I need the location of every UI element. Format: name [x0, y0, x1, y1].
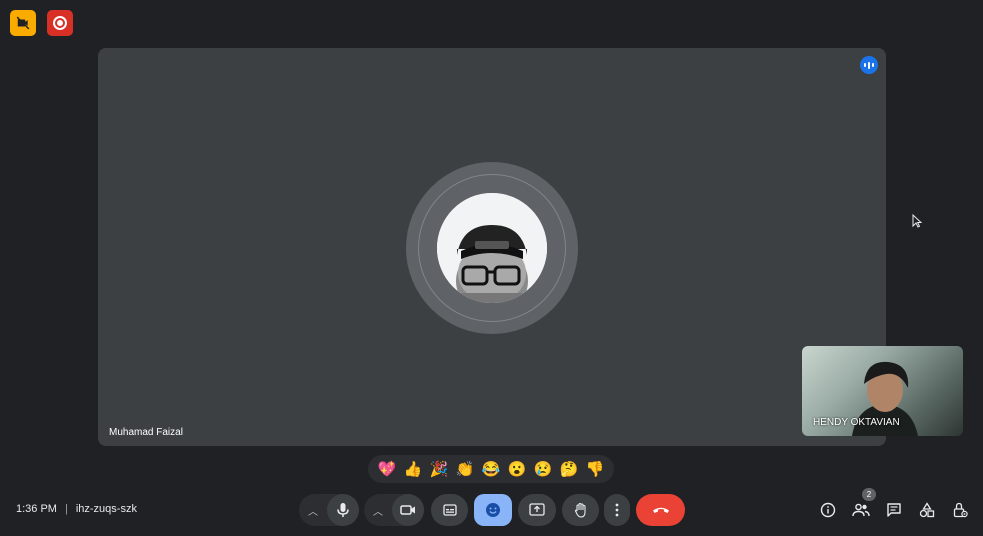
reaction-laugh[interactable]: 😂: [482, 462, 501, 477]
host-controls-button[interactable]: [949, 500, 971, 520]
meeting-details-button[interactable]: [817, 500, 839, 520]
leave-call-button[interactable]: [636, 494, 685, 526]
camera-control-group: ︿: [364, 494, 424, 526]
camera-button[interactable]: [392, 494, 424, 526]
camera-off-badge: [10, 10, 36, 36]
reactions-bar: 💖 👍 🎉 👏 😂 😮 😢 🤔 👎: [368, 455, 614, 483]
video-options-chevron-up-icon[interactable]: ︿: [364, 503, 392, 518]
avatar: [437, 193, 547, 303]
captions-icon: [442, 504, 457, 516]
reaction-thumbs-down[interactable]: 👎: [586, 462, 605, 477]
chat-icon: [887, 503, 901, 517]
microphone-button[interactable]: [327, 494, 359, 526]
people-icon: [852, 503, 870, 517]
recording-badge: [47, 10, 73, 36]
hand-icon: [574, 502, 586, 518]
participant-name: Muhamad Faizal: [109, 427, 183, 438]
audio-options-chevron-up-icon[interactable]: ︿: [299, 503, 327, 518]
speaking-indicator-icon: [860, 56, 878, 74]
mouse-cursor-icon: [912, 214, 922, 228]
reaction-clap[interactable]: 👏: [456, 462, 475, 477]
more-vertical-icon: [615, 503, 619, 517]
end-call-icon: [652, 507, 669, 513]
microphone-control-group: ︿: [299, 494, 359, 526]
meeting-time: 1:36 PM: [16, 503, 57, 515]
meeting-code: ihz-zuqs-szk: [75, 503, 137, 515]
avatar-photo: [437, 193, 547, 303]
activities-shapes-icon: [919, 502, 935, 518]
camera-off-icon: [16, 16, 30, 30]
info-icon: [820, 502, 836, 518]
smiley-icon: [486, 503, 500, 517]
main-participant-tile: Muhamad Faizal: [98, 48, 886, 446]
reaction-thinking[interactable]: 🤔: [560, 462, 579, 477]
send-reaction-button[interactable]: [474, 494, 512, 526]
reaction-thumbs-up[interactable]: 👍: [404, 462, 423, 477]
raise-hand-button[interactable]: [562, 494, 599, 526]
meeting-info: 1:36 PM | ihz-zuqs-szk: [16, 503, 137, 515]
self-view-tile[interactable]: HENDY OKTAVIAN: [802, 346, 963, 436]
host-controls-lock-icon: [953, 502, 968, 518]
reaction-surprised[interactable]: 😮: [508, 462, 527, 477]
camera-icon: [400, 505, 415, 515]
captions-button[interactable]: [431, 494, 468, 526]
present-screen-button[interactable]: [518, 494, 556, 526]
avatar-ring: [406, 162, 578, 334]
meeting-info-separator: |: [64, 503, 68, 515]
more-options-button[interactable]: [604, 494, 630, 526]
reaction-sad[interactable]: 😢: [534, 462, 553, 477]
microphone-icon: [337, 503, 349, 517]
chat-button[interactable]: [883, 500, 905, 520]
reaction-heart[interactable]: 💖: [378, 462, 397, 477]
self-view-name: HENDY OKTAVIAN: [813, 417, 900, 428]
present-screen-icon: [529, 503, 545, 516]
reaction-party[interactable]: 🎉: [430, 462, 449, 477]
activities-button[interactable]: [916, 500, 938, 520]
recording-icon: [53, 16, 67, 30]
people-button[interactable]: [850, 500, 872, 520]
